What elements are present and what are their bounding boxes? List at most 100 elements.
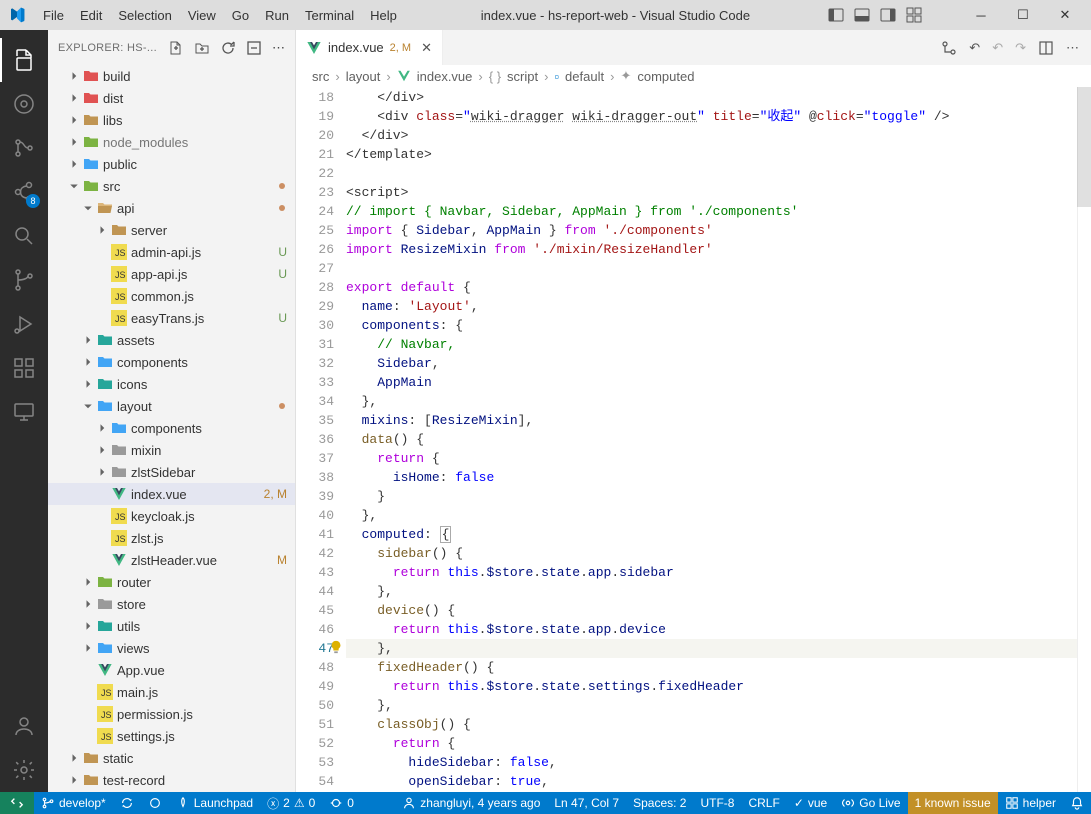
scrollbar-slider[interactable] [1077, 87, 1091, 207]
tree-item[interactable]: utils [48, 615, 295, 637]
tree-item[interactable]: build [48, 65, 295, 87]
menu-edit[interactable]: Edit [73, 5, 109, 26]
refresh-icon[interactable] [220, 40, 236, 56]
problems-status[interactable]: ⓧ2⚠0 [260, 792, 322, 814]
tree-item[interactable]: static [48, 747, 295, 769]
tree-item[interactable]: App.vue [48, 659, 295, 681]
branch-status[interactable]: develop* [34, 792, 113, 814]
more-icon[interactable]: ⋯ [272, 40, 285, 56]
gitlens-status[interactable] [141, 792, 169, 814]
sync-status[interactable] [113, 792, 141, 814]
new-folder-icon[interactable] [194, 40, 210, 56]
blame-status[interactable]: zhangluyi, 4 years ago [395, 792, 547, 814]
crumb-index[interactable]: index.vue [417, 69, 473, 84]
tree-item[interactable]: zlstSidebar [48, 461, 295, 483]
compare-icon[interactable] [941, 40, 957, 56]
source-control-tab[interactable]: 8 [0, 170, 48, 214]
bell-status[interactable] [1063, 792, 1091, 814]
tree-item[interactable]: test-record [48, 769, 295, 791]
tree-item[interactable]: components [48, 417, 295, 439]
tree-item[interactable]: JSapp-api.jsU [48, 263, 295, 285]
menu-selection[interactable]: Selection [111, 5, 178, 26]
explorer-tab[interactable] [0, 38, 48, 82]
tab-index-vue[interactable]: index.vue 2, M ✕ [296, 30, 443, 65]
remote-status[interactable] [0, 792, 34, 814]
code-content[interactable]: </div> <div class="wiki-dragger wiki-dra… [346, 87, 1077, 792]
more-actions-icon[interactable]: ⋯ [1066, 40, 1079, 56]
settings-tab[interactable] [0, 748, 48, 792]
helper-status[interactable]: helper [998, 792, 1063, 814]
toggle-panel-right-icon[interactable] [879, 6, 897, 24]
menu-file[interactable]: File [36, 5, 71, 26]
maximize-button[interactable]: ☐ [1005, 1, 1041, 29]
minimize-button[interactable]: ─ [963, 1, 999, 29]
tree-item[interactable]: JSmain.js [48, 681, 295, 703]
customize-layout-icon[interactable] [905, 6, 923, 24]
search-tab[interactable] [0, 214, 48, 258]
tree-item[interactable]: mixin [48, 439, 295, 461]
menu-view[interactable]: View [181, 5, 223, 26]
tree-item[interactable]: store [48, 593, 295, 615]
crumb-script[interactable]: script [507, 69, 538, 84]
new-file-icon[interactable] [168, 40, 184, 56]
lightbulb-icon[interactable] [329, 640, 343, 654]
tree-item[interactable]: node_modules [48, 131, 295, 153]
ports-status[interactable]: 0 [322, 792, 361, 814]
cursor-position-status[interactable]: Ln 47, Col 7 [547, 792, 626, 814]
eol-status[interactable]: CRLF [741, 792, 786, 814]
tree-item[interactable]: libs [48, 109, 295, 131]
nav-next-icon[interactable]: ↷ [1015, 40, 1026, 56]
encoding-status[interactable]: UTF-8 [693, 792, 741, 814]
tree-item[interactable]: icons [48, 373, 295, 395]
split-icon[interactable] [1038, 40, 1054, 56]
code-area[interactable]: 1819202122232425262728293031323334353637… [296, 87, 1091, 792]
tree-item[interactable]: index.vue2, M [48, 483, 295, 505]
tree-item[interactable]: JSeasyTrans.jsU [48, 307, 295, 329]
tab-close-icon[interactable]: ✕ [421, 40, 432, 56]
close-button[interactable]: ✕ [1047, 1, 1083, 29]
crumb-src[interactable]: src [312, 69, 329, 84]
tree-item[interactable]: JSkeycloak.js [48, 505, 295, 527]
menu-go[interactable]: Go [225, 5, 256, 26]
menu-run[interactable]: Run [258, 5, 296, 26]
debug-tab[interactable] [0, 302, 48, 346]
issue-status[interactable]: 1 known issue [908, 792, 998, 814]
toggle-panel-bottom-icon[interactable] [853, 6, 871, 24]
git-graph-tab[interactable] [0, 126, 48, 170]
crumb-default[interactable]: default [565, 69, 604, 84]
accounts-tab[interactable] [0, 704, 48, 748]
tree-item[interactable]: components [48, 351, 295, 373]
golive-status[interactable]: Go Live [834, 792, 907, 814]
tree-item[interactable]: server [48, 219, 295, 241]
file-tree[interactable]: builddistlibsnode_modulespublicsrcapiser… [48, 65, 295, 792]
nav-prev-icon[interactable]: ↶ [969, 40, 980, 56]
menu-terminal[interactable]: Terminal [298, 5, 361, 26]
scrollbar[interactable] [1077, 87, 1091, 792]
crumb-layout[interactable]: layout [346, 69, 381, 84]
tree-item[interactable]: JSsettings.js [48, 725, 295, 747]
tree-item[interactable]: dist [48, 87, 295, 109]
menu-help[interactable]: Help [363, 5, 404, 26]
toggle-panel-left-icon[interactable] [827, 6, 845, 24]
tree-item[interactable]: assets [48, 329, 295, 351]
tree-item[interactable]: JSzlst.js [48, 527, 295, 549]
tree-item[interactable]: zlstHeader.vueM [48, 549, 295, 571]
tree-item[interactable]: layout [48, 395, 295, 417]
tree-item[interactable]: src [48, 175, 295, 197]
tree-item[interactable]: JSpermission.js [48, 703, 295, 725]
spaces-status[interactable]: Spaces: 2 [626, 792, 693, 814]
language-status[interactable]: ✓vue [787, 792, 834, 814]
extensions-tab[interactable] [0, 346, 48, 390]
collapse-icon[interactable] [246, 40, 262, 56]
tree-item[interactable]: views [48, 637, 295, 659]
tree-item[interactable]: JScommon.js [48, 285, 295, 307]
gitlens-tab[interactable] [0, 82, 48, 126]
tree-item[interactable]: router [48, 571, 295, 593]
tree-item[interactable]: api [48, 197, 295, 219]
tree-item[interactable]: JSadmin-api.jsU [48, 241, 295, 263]
launchpad-status[interactable]: Launchpad [169, 792, 260, 814]
branch-tab[interactable] [0, 258, 48, 302]
breadcrumb[interactable]: src› layout› index.vue› { } script› ▫ de… [296, 65, 1091, 87]
tree-item[interactable]: public [48, 153, 295, 175]
remote-tab[interactable] [0, 390, 48, 434]
